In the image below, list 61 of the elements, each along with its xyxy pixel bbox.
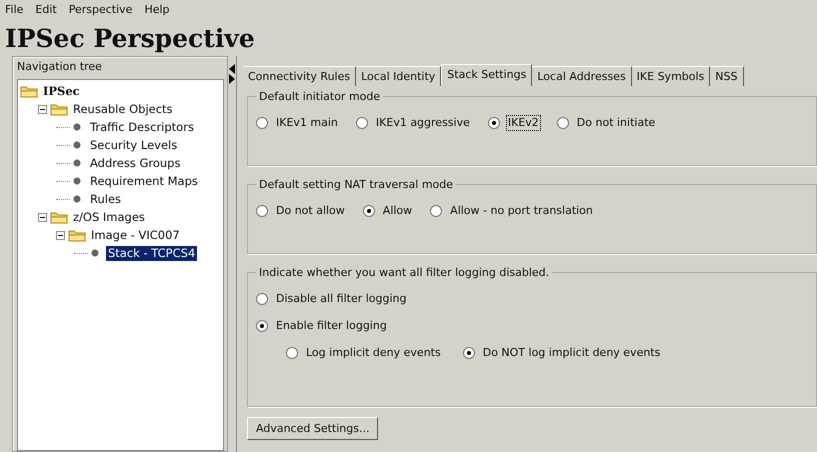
tree-item[interactable]: z/OS Images bbox=[71, 210, 147, 224]
tree-item[interactable]: Security Levels bbox=[88, 138, 180, 152]
tree-item[interactable]: Image - VIC007 bbox=[89, 228, 182, 242]
bullet-icon bbox=[91, 249, 99, 257]
arrow-left-icon[interactable] bbox=[229, 64, 235, 74]
radio-button[interactable] bbox=[430, 205, 442, 217]
panel-header: Navigation tree bbox=[17, 59, 103, 75]
option-label: Log implicit deny events bbox=[305, 345, 442, 361]
radio-button[interactable] bbox=[556, 117, 569, 129]
folder-icon bbox=[20, 84, 38, 98]
bullet-icon bbox=[73, 159, 81, 167]
bullet-icon bbox=[73, 123, 81, 131]
tab[interactable]: NSS bbox=[710, 66, 744, 86]
menu-item[interactable]: Perspective bbox=[68, 2, 132, 20]
radio-button[interactable] bbox=[256, 320, 268, 332]
group-title: Default setting NAT traversal mode bbox=[256, 177, 456, 192]
radio-button[interactable] bbox=[488, 117, 500, 129]
collapse-icon[interactable] bbox=[38, 104, 47, 114]
collapse-icon[interactable] bbox=[56, 230, 65, 240]
option-label: IKEv1 aggressive bbox=[374, 115, 471, 131]
tab[interactable]: IKE Symbols bbox=[632, 66, 710, 86]
tree-item[interactable]: Reusable Objects bbox=[71, 102, 175, 116]
perspective-title: IPSec Perspective bbox=[4, 23, 256, 55]
bullet-icon bbox=[73, 195, 81, 203]
tree-item[interactable]: Rules bbox=[88, 192, 124, 206]
tab[interactable]: Connectivity Rules bbox=[243, 66, 356, 86]
advanced-settings-button[interactable]: Advanced Settings... bbox=[247, 417, 378, 440]
tree-item[interactable]: Address Groups bbox=[88, 156, 182, 170]
option-label: Do not initiate bbox=[576, 115, 656, 131]
tree-item[interactable]: Traffic Descriptors bbox=[88, 120, 196, 134]
folder-icon bbox=[68, 228, 86, 242]
menu-item[interactable]: File bbox=[5, 2, 24, 20]
collapse-icon[interactable] bbox=[38, 212, 47, 222]
option-label: Do not allow bbox=[275, 203, 346, 219]
folder-icon bbox=[50, 210, 68, 224]
tab[interactable]: Stack Settings bbox=[441, 64, 532, 86]
option-label: IKEv2 bbox=[506, 115, 541, 131]
option-label: Disable all filter logging bbox=[275, 291, 408, 307]
option-label: Do NOT log implicit deny events bbox=[482, 345, 662, 361]
bullet-icon bbox=[73, 177, 81, 185]
menu-item[interactable]: Help bbox=[144, 2, 170, 20]
tab[interactable]: Local Addresses bbox=[532, 66, 632, 86]
tree-item[interactable]: IPSec bbox=[41, 84, 82, 98]
folder-icon bbox=[50, 102, 68, 116]
radio-button[interactable] bbox=[256, 205, 268, 217]
option-label: IKEv1 main bbox=[275, 115, 339, 131]
menu-item[interactable]: Edit bbox=[35, 2, 57, 20]
tree-item[interactable]: Requirement Maps bbox=[88, 174, 200, 188]
bullet-icon bbox=[73, 141, 81, 149]
option-label: Allow - no port translation bbox=[449, 203, 594, 219]
radio-button[interactable] bbox=[362, 205, 375, 217]
radio-button[interactable] bbox=[462, 347, 475, 359]
option-label: Enable filter logging bbox=[275, 318, 388, 334]
radio-button[interactable] bbox=[256, 117, 268, 129]
radio-button[interactable] bbox=[256, 293, 268, 305]
option-label: Allow bbox=[382, 203, 414, 219]
group-title: Indicate whether you want all filter logging disabled. bbox=[256, 265, 552, 280]
arrow-right-icon[interactable] bbox=[229, 74, 235, 84]
radio-button[interactable] bbox=[286, 347, 298, 359]
radio-button[interactable] bbox=[356, 117, 368, 129]
tree-item[interactable]: Stack - TCPCS4 bbox=[106, 246, 198, 260]
